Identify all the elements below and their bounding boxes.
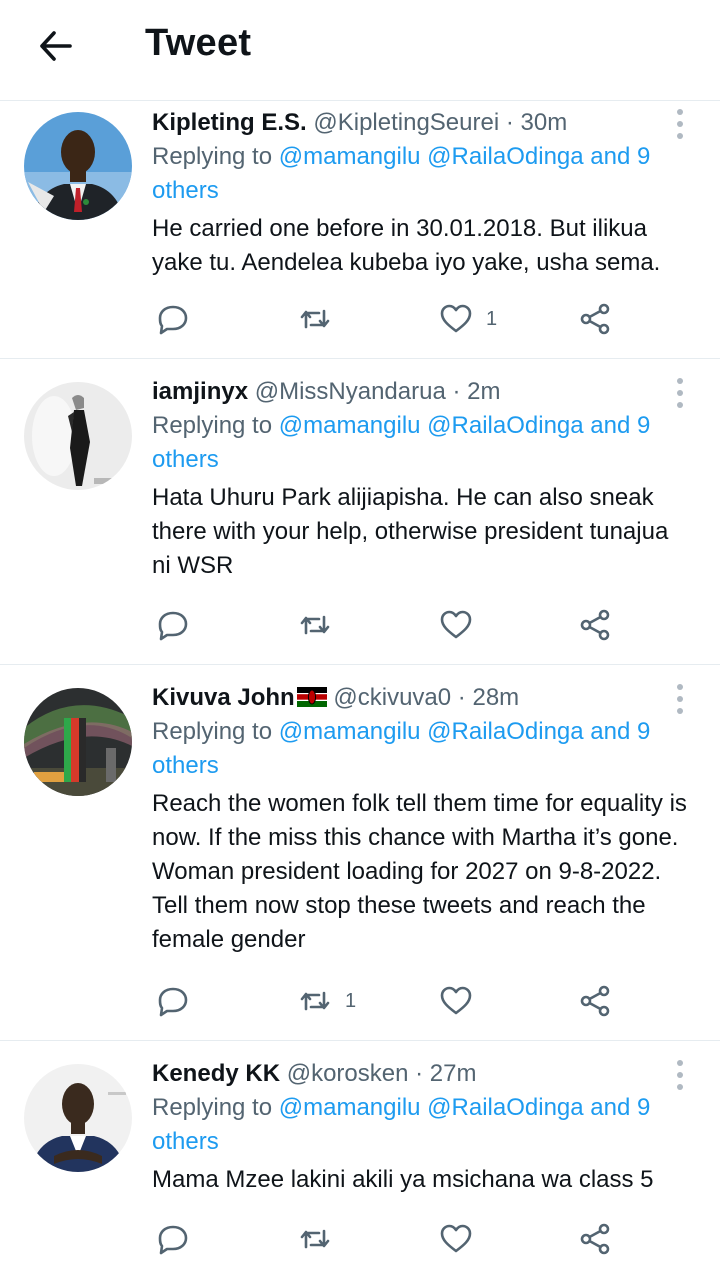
share-button[interactable]: [577, 1219, 613, 1259]
avatar-image: [24, 688, 132, 796]
tweet-actions: [155, 605, 625, 645]
tweet-item[interactable]: Kenedy KK @korosken · 27m Replying to @m…: [0, 1041, 720, 1287]
kenya-flag-icon: [296, 687, 327, 707]
avatar[interactable]: [24, 1064, 132, 1172]
more-vertical-icon: [677, 109, 683, 139]
timestamp: 27m: [429, 1060, 477, 1087]
more-options-button[interactable]: [670, 375, 690, 411]
retweet-icon: [300, 309, 330, 329]
user-name[interactable]: Kivuva John: [152, 684, 295, 711]
like-count: 1: [486, 307, 498, 330]
user-name[interactable]: Kipleting E.S.: [152, 109, 307, 136]
timestamp: 28m: [472, 684, 520, 711]
avatar[interactable]: [24, 382, 132, 490]
replying-label: Replying to: [152, 412, 273, 439]
tweet-header: iamjinyx @MissNyandarua · 2m: [152, 377, 690, 407]
avatar[interactable]: [24, 112, 132, 220]
reply-icon: [158, 305, 188, 335]
tweet-header: Kenedy KK @korosken · 27m: [152, 1059, 690, 1089]
replying-to: Replying to @mamangilu @RailaOdinga and …: [152, 140, 690, 208]
like-button[interactable]: 1: [438, 299, 497, 339]
reply-button[interactable]: [155, 299, 203, 339]
retweet-icon: [300, 1229, 330, 1249]
heart-icon: [440, 304, 472, 333]
tweet-actions: [155, 1219, 625, 1259]
top-bar: Tweet: [0, 0, 720, 101]
user-handle[interactable]: @ckivuva0: [333, 684, 451, 711]
tweet-text: He carried one before in 30.01.2018. But…: [152, 215, 661, 276]
tweet-header: Kivuva John @ckivuva0 · 28m: [152, 683, 690, 713]
tweet-actions: 1: [155, 299, 625, 339]
share-button[interactable]: [577, 299, 613, 339]
user-name[interactable]: iamjinyx: [152, 378, 248, 405]
like-button[interactable]: [438, 605, 486, 645]
retweet-button[interactable]: 1: [297, 981, 356, 1021]
timestamp: 2m: [467, 378, 501, 405]
retweet-icon: [300, 615, 330, 635]
heart-icon: [440, 1224, 472, 1253]
reply-icon: [158, 611, 188, 641]
replying-to: Replying to @mamangilu @RailaOdinga and …: [152, 409, 690, 477]
retweet-count: 1: [345, 989, 357, 1012]
separator-dot: ·: [457, 684, 466, 711]
page-title: Tweet: [145, 22, 252, 64]
share-icon: [580, 303, 610, 335]
tweet-item[interactable]: Kipleting E.S. @KipletingSeurei · 30m Re…: [0, 100, 720, 359]
user-handle[interactable]: @MissNyandarua: [255, 378, 446, 405]
replying-to: Replying to @mamangilu @RailaOdinga and …: [152, 715, 690, 783]
reply-icon: [158, 987, 188, 1017]
tweet-text: Hata Uhuru Park alijiapisha. He can also…: [152, 484, 669, 579]
share-icon: [580, 609, 610, 641]
tweet-text: Reach the women folk tell them time for …: [152, 790, 687, 953]
more-options-button[interactable]: [670, 1057, 690, 1093]
replying-label: Replying to: [152, 718, 273, 745]
separator-dot: ·: [415, 1060, 424, 1087]
share-icon: [580, 985, 610, 1017]
arrow-left-icon: [40, 31, 72, 61]
more-vertical-icon: [677, 1060, 683, 1090]
replying-to: Replying to @mamangilu @RailaOdinga and …: [152, 1091, 690, 1159]
more-options-button[interactable]: [670, 681, 690, 717]
separator-dot: ·: [452, 378, 461, 405]
tweet-header: Kipleting E.S. @KipletingSeurei · 30m: [152, 108, 690, 138]
tweet-text: Mama Mzee lakini akili ya msichana wa cl…: [152, 1166, 654, 1193]
reply-icon: [158, 1225, 188, 1255]
separator-dot: ·: [505, 109, 514, 136]
tweet-item[interactable]: Kivuva John @ckivuva0 · 28m Replying to …: [0, 665, 720, 1041]
user-handle[interactable]: @KipletingSeurei: [313, 109, 499, 136]
timestamp: 30m: [520, 109, 568, 136]
tweet-actions: 1: [155, 981, 625, 1021]
like-button[interactable]: [438, 1219, 486, 1259]
like-button[interactable]: [438, 981, 486, 1021]
replying-label: Replying to: [152, 1094, 273, 1121]
user-name[interactable]: Kenedy KK: [152, 1060, 280, 1087]
retweet-button[interactable]: [297, 299, 345, 339]
share-icon: [580, 1223, 610, 1255]
replying-label: Replying to: [152, 143, 273, 170]
retweet-button[interactable]: [297, 605, 345, 645]
retweet-icon: [300, 991, 330, 1011]
heart-icon: [440, 986, 472, 1015]
more-options-button[interactable]: [670, 106, 690, 142]
retweet-button[interactable]: [297, 1219, 345, 1259]
more-vertical-icon: [677, 684, 683, 714]
avatar-image: [24, 1064, 132, 1172]
more-vertical-icon: [677, 378, 683, 408]
share-button[interactable]: [577, 605, 613, 645]
heart-icon: [440, 610, 472, 639]
back-button[interactable]: [36, 26, 76, 66]
user-handle[interactable]: @korosken: [287, 1060, 409, 1087]
share-button[interactable]: [577, 981, 613, 1021]
avatar-image: [24, 382, 132, 490]
avatar[interactable]: [24, 688, 132, 796]
reply-button[interactable]: [155, 981, 203, 1021]
tweet-item[interactable]: iamjinyx @MissNyandarua · 2m Replying to…: [0, 359, 720, 665]
reply-button[interactable]: [155, 1219, 203, 1259]
avatar-image: [24, 112, 132, 220]
reply-button[interactable]: [155, 605, 203, 645]
